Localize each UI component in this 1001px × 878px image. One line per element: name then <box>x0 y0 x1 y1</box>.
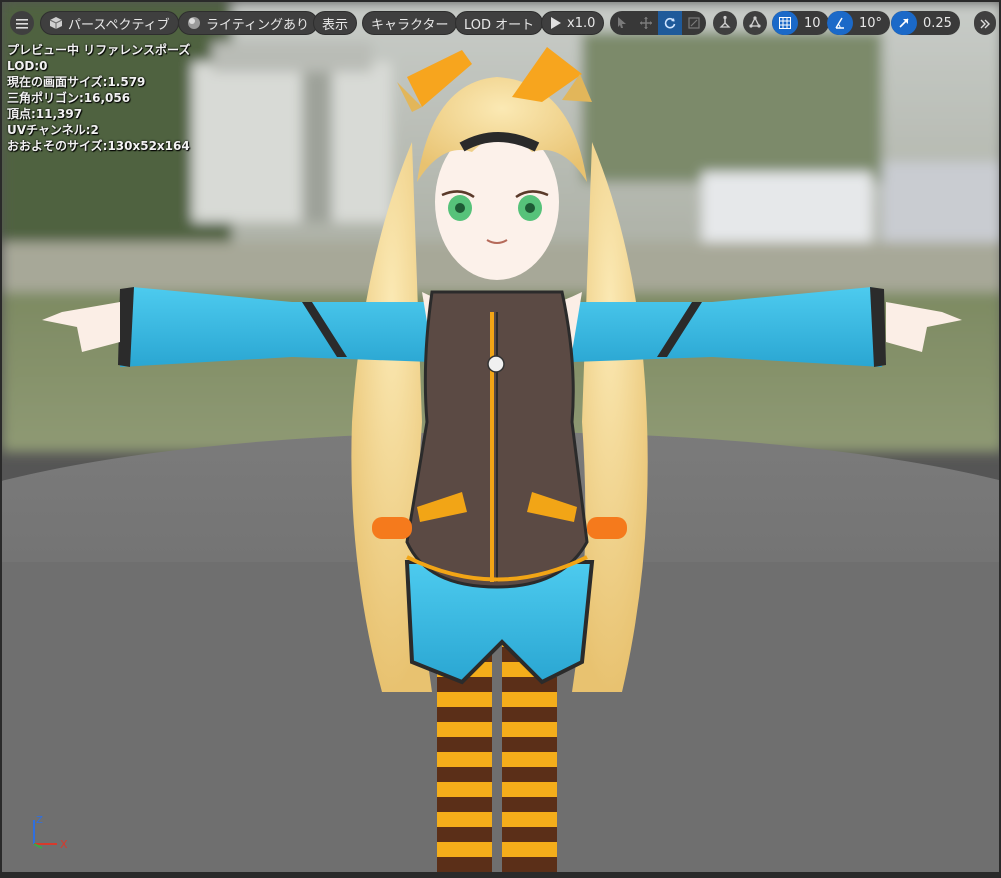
cube-icon <box>49 16 63 30</box>
screen-size-text: 現在の画面サイズ:1.579 <box>7 75 146 89</box>
character-button[interactable]: キャラクター <box>362 11 458 35</box>
lighting-mode-button[interactable]: ライティングあり <box>178 11 318 35</box>
scale-snap-toggle[interactable]: 0.25 <box>891 11 960 35</box>
lod-text: LOD:0 <box>7 59 48 73</box>
surface-snap-button[interactable] <box>713 11 737 35</box>
axis-z-label: Z <box>36 815 43 826</box>
triangle-count-text: 三角ポリゴン:16,056 <box>7 91 131 105</box>
playback-speed-label: x1.0 <box>567 15 596 31</box>
perspective-label: パースペクティブ <box>68 17 170 33</box>
grid-icon <box>772 11 798 35</box>
lighting-label: ライティングあり <box>206 17 309 33</box>
rotate-icon <box>664 14 676 33</box>
vertex-count-text: 頂点:11,397 <box>7 107 83 121</box>
translate-icon <box>640 14 652 33</box>
hamburger-menu-icon <box>16 14 28 33</box>
viewport-stats: プレビュー中 リファレンスポーズ LOD:0 現在の画面サイズ:1.579 三角… <box>7 42 190 154</box>
lit-sphere-icon <box>187 16 201 30</box>
scale-arrow-icon <box>891 11 917 35</box>
character-label: キャラクター <box>371 17 449 33</box>
grid-snap-toggle[interactable]: 10 <box>772 11 829 35</box>
viewport-menu-button[interactable] <box>10 11 34 35</box>
surface-snap-icon <box>718 14 732 33</box>
angle-icon <box>827 11 853 35</box>
scale-snap-value: 0.25 <box>923 15 952 31</box>
play-icon <box>550 17 562 29</box>
playback-speed-button[interactable]: x1.0 <box>541 11 605 35</box>
world-local-toggle-button[interactable] <box>743 11 767 35</box>
rotate-tool-button[interactable] <box>658 11 682 35</box>
lod-button[interactable]: LOD オート <box>455 11 544 35</box>
toolbar-overflow-button[interactable] <box>974 11 996 35</box>
transform-tools <box>610 11 706 35</box>
scale-tool-button[interactable] <box>682 11 706 35</box>
perspective-button[interactable]: パースペクティブ <box>40 11 179 35</box>
scale-icon <box>688 14 700 33</box>
axis-gizmo: Z X <box>33 815 68 851</box>
show-label: 表示 <box>322 17 349 33</box>
preview-pose-text: プレビュー中 リファレンスポーズ <box>7 43 191 57</box>
select-tool-button[interactable] <box>610 11 634 35</box>
world-space-icon <box>748 14 762 33</box>
show-button[interactable]: 表示 <box>313 11 358 35</box>
rotation-snap-value: 10° <box>859 15 883 31</box>
rotation-snap-toggle[interactable]: 10° <box>827 11 891 35</box>
chevron-double-right-icon <box>980 14 990 33</box>
uv-channel-text: UVチャンネル:2 <box>7 123 99 137</box>
toolbar-menu <box>10 11 34 35</box>
axis-x-label: X <box>60 838 68 851</box>
approx-size-text: おおよそのサイズ:130x52x164 <box>7 139 190 153</box>
select-arrow-icon <box>617 14 627 33</box>
viewport[interactable]: パースペクティブ ライティングあり 表示 キャラクター LOD オート x1.0… <box>0 0 1001 878</box>
grid-snap-value: 10 <box>804 15 821 31</box>
lod-label: LOD オート <box>464 17 535 33</box>
translate-tool-button[interactable] <box>634 11 658 35</box>
